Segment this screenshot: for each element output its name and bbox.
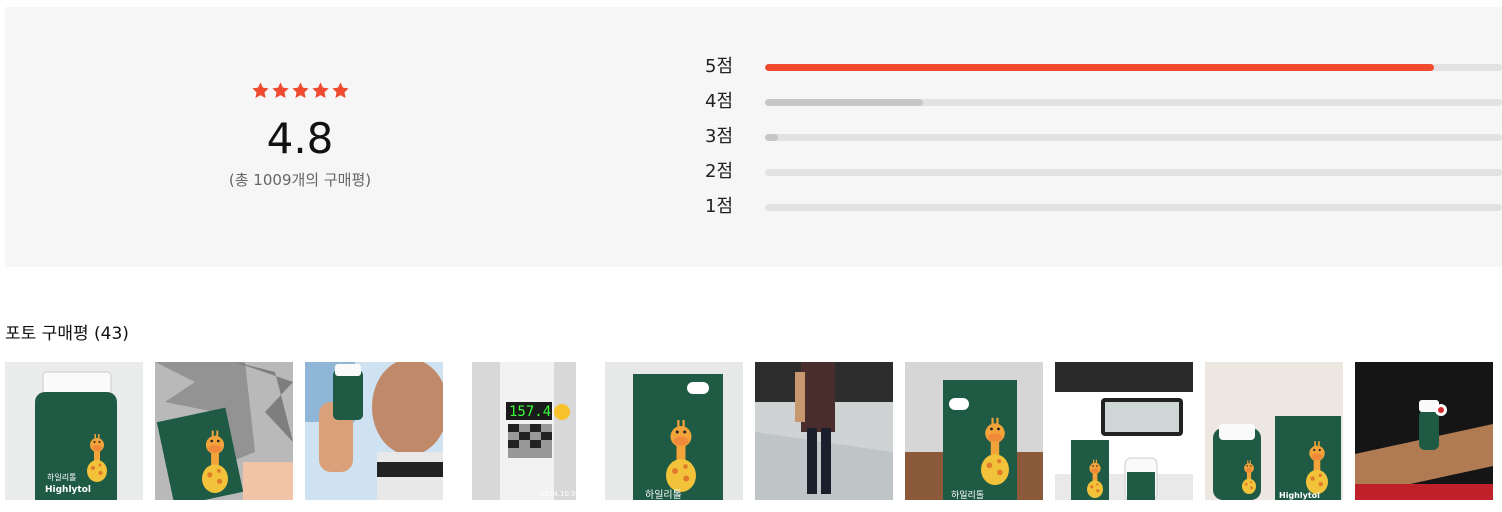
photo-box-and-bottle-desk[interactable] (1055, 362, 1193, 500)
rating-bar-track (765, 64, 1502, 71)
svg-text:하일리톨: 하일리톨 (47, 472, 76, 482)
rating-bar-track (765, 99, 1502, 106)
photo-bottle-closeup[interactable]: 하일리톨 Highlytol (5, 362, 143, 500)
star-icon (271, 81, 290, 100)
rating-row[interactable]: 5점 (705, 55, 1502, 90)
photo-man-holding-bottle[interactable] (305, 362, 443, 500)
rating-row[interactable]: 3점 (705, 125, 1502, 160)
rating-label: 4점 (705, 91, 734, 112)
rating-bar-track (765, 134, 1502, 141)
photo-thumbnail-image (305, 362, 443, 500)
rating-label: 2점 (705, 161, 734, 182)
photo-reviews-heading: 포토 구매평 (43) (5, 322, 129, 346)
star-icon (331, 81, 350, 100)
photo-thumbnail-image: Highlytol (1205, 362, 1343, 500)
svg-text:하일리톨: 하일리톨 (645, 488, 682, 500)
rating-bar-track (765, 169, 1502, 176)
photo-box-tiger-background[interactable] (155, 362, 293, 500)
star-icon (311, 81, 330, 100)
average-score: 4.8 (266, 114, 334, 163)
star-icon (291, 81, 310, 100)
score-block: 4.8 (총 1009개의 구매평) (5, 7, 595, 267)
rating-label: 1점 (705, 196, 734, 217)
photo-thumbnail-image (1355, 362, 1493, 500)
photo-bottle-and-box-white[interactable]: Highlytol (1205, 362, 1343, 500)
rating-bar-fill (765, 99, 923, 106)
rating-bar-fill (765, 64, 1435, 71)
photo-height-measure[interactable]: 157.4 2024.10.09 (472, 362, 576, 500)
photo-box-front[interactable]: 하일리톨 (605, 362, 743, 500)
svg-text:Highlytol: Highlytol (1279, 491, 1320, 500)
svg-text:하일리톨: 하일리톨 (951, 490, 984, 500)
svg-text:157.4: 157.4 (509, 404, 551, 420)
rating-label: 3점 (705, 126, 734, 147)
rating-distribution: 5점 4점 3점 2점 1점 (705, 55, 1502, 230)
photo-thumbnail-image: 하일리톨 (905, 362, 1043, 500)
photo-thumbnail-image: 하일리톨 Highlytol (5, 362, 143, 500)
photo-thumbnail-image (155, 362, 293, 500)
rating-row[interactable]: 2점 (705, 160, 1502, 195)
rating-bar-track (765, 204, 1502, 211)
svg-text:Highlytol: Highlytol (45, 485, 91, 495)
review-count: (총 1009개의 구매평) (228, 171, 372, 189)
photo-thumbnail-image (1055, 362, 1193, 500)
photo-reviews-title: 포토 구매평 (5, 324, 89, 344)
photo-review-strip: 하일리톨 Highlytol 157.4 2024.10.09 하일리톨 하일리톨 (5, 362, 1502, 500)
photo-child-holding-bottle[interactable] (1355, 362, 1493, 500)
rating-row[interactable]: 1점 (705, 195, 1502, 230)
photo-thumbnail-image (755, 362, 893, 500)
rating-label: 5점 (705, 56, 734, 77)
star-rating (5, 81, 595, 100)
photo-child-mirror[interactable] (755, 362, 893, 500)
rating-summary: 4.8 (총 1009개의 구매평) 5점 4점 3점 2점 1점 (5, 7, 1502, 267)
photo-thumbnail-image: 하일리톨 (605, 362, 743, 500)
rating-row[interactable]: 4점 (705, 90, 1502, 125)
photo-reviews-count: (43) (94, 324, 129, 344)
rating-bar-fill (765, 134, 779, 141)
svg-text:2024.10.09: 2024.10.09 (540, 490, 576, 498)
photo-thumbnail-image: 157.4 2024.10.09 (472, 362, 576, 500)
star-icon (251, 81, 270, 100)
photo-box-on-table[interactable]: 하일리톨 (905, 362, 1043, 500)
